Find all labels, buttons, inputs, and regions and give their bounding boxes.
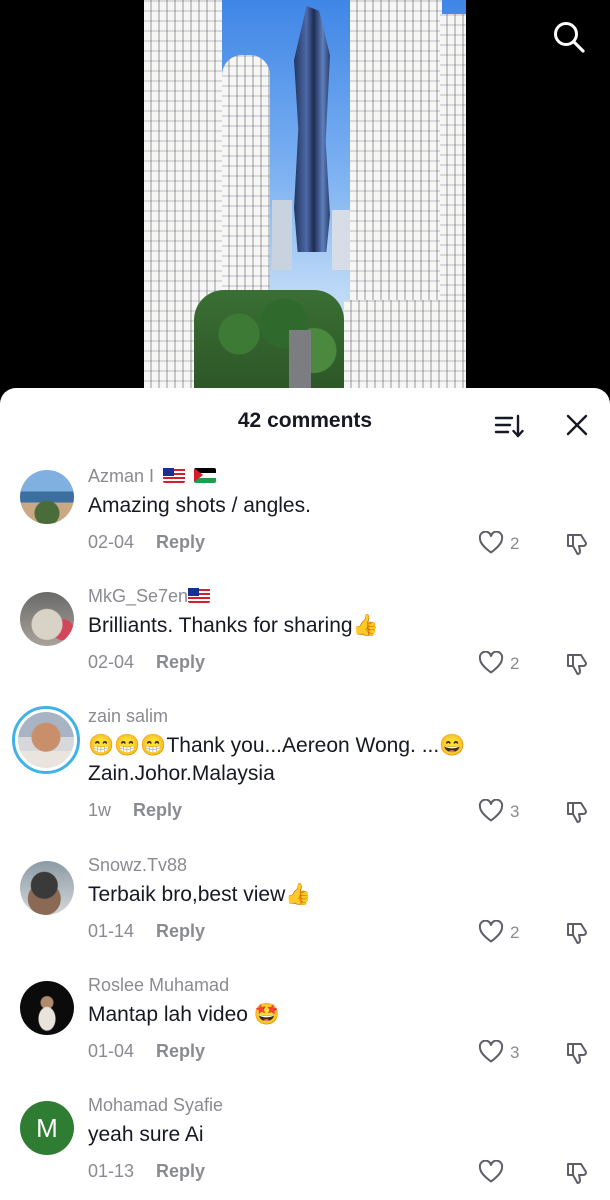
like-button[interactable]: 3 [478,799,528,825]
malaysia-flag-icon [163,468,186,483]
skyscraper [294,6,330,252]
dislike-button[interactable] [564,651,590,677]
trees [194,290,344,400]
search-button[interactable] [552,20,586,54]
like-button[interactable]: 2 [478,531,528,557]
avatar[interactable]: M [20,1101,74,1155]
comments-sheet: 42 comments Azman I Amazing shots / angl [0,388,610,1200]
avatar[interactable] [20,592,74,646]
comment-date: 01-14 [88,921,135,941]
heart-icon [478,651,504,674]
comment-text-line: 😁😁😁Thank you...Aereon Wong. ...😄 [88,734,466,757]
username-text: Azman I [88,466,155,486]
comment-meta: 01-14 Reply [88,921,205,942]
comment-meta: 1w Reply [88,800,182,821]
reply-button[interactable]: Reply [133,800,182,820]
dislike-button[interactable] [564,1160,590,1186]
avatar-with-story-ring[interactable] [12,706,80,774]
heart-icon [478,531,504,554]
sort-button[interactable] [494,412,524,440]
comment-text: yeah sure Ai [88,1123,204,1146]
thumbs-down-icon [567,534,587,555]
username-text: MkG_Se7en [88,586,189,606]
like-button[interactable]: 2 [478,920,528,946]
heart-icon [478,920,504,943]
video-frame [144,0,466,400]
comment-text: 😁😁😁Thank you...Aereon Wong. ...😄 Zain.Jo… [88,732,465,788]
comment-username[interactable]: Azman I [88,466,217,487]
thumbs-down-icon [567,654,587,675]
comment-text: Amazing shots / angles. [88,494,311,517]
avatar[interactable] [20,981,74,1035]
like-button[interactable] [478,1160,528,1186]
heart-icon [478,1160,504,1183]
dislike-button[interactable] [564,1040,590,1066]
comment-username[interactable]: MkG_Se7en [88,586,211,607]
comment-text: Brilliants. Thanks for sharing👍 [88,614,379,637]
comment-text: Mantap lah video 🤩 [88,1003,280,1026]
comment-username[interactable]: Snowz.Tv88 [88,855,187,876]
comment-date: 1w [88,800,112,820]
heart-icon [478,799,504,822]
like-count: 2 [510,923,520,942]
reply-button[interactable]: Reply [156,921,205,941]
reply-button[interactable]: Reply [156,1161,205,1181]
like-count: 2 [510,654,520,673]
avatar[interactable] [20,470,74,524]
thumbs-down-icon [567,1043,587,1064]
like-count: 2 [510,534,520,553]
comment-username[interactable]: Roslee Muhamad [88,975,229,996]
reply-button[interactable]: Reply [156,532,205,552]
palestine-flag-icon [194,468,217,483]
like-button[interactable]: 2 [478,651,528,677]
dislike-button[interactable] [564,799,590,825]
malaysia-flag-icon [188,588,211,603]
dislike-button[interactable] [564,531,590,557]
reply-button[interactable]: Reply [156,1041,205,1061]
comment-text: Terbaik bro,best view👍 [88,883,312,906]
dislike-button[interactable] [564,920,590,946]
like-button[interactable]: 3 [478,1040,528,1066]
avatar-photo [18,712,74,768]
comments-header: 42 comments [0,388,610,460]
reply-button[interactable]: Reply [156,652,205,672]
comment-meta: 01-13 Reply [88,1161,205,1182]
comment-text-line: Zain.Johor.Malaysia [88,762,275,785]
heart-icon [478,1040,504,1063]
comment-username[interactable]: zain salim [88,706,168,727]
like-count: 3 [510,1043,520,1062]
sort-icon [494,414,524,438]
like-count: 3 [510,802,520,821]
close-button[interactable] [565,413,589,437]
comment-meta: 02-04 Reply [88,532,205,553]
close-icon [566,414,588,436]
comment-date: 02-04 [88,652,135,672]
comment-date: 01-04 [88,1041,135,1061]
avatar-initial: M [36,1113,58,1143]
video-player[interactable] [0,0,610,400]
thumbs-down-icon [567,1163,587,1184]
comment-meta: 02-04 Reply [88,652,205,673]
comment-meta: 01-04 Reply [88,1041,205,1062]
comment-date: 02-04 [88,532,135,552]
search-icon [554,22,585,53]
comment-username[interactable]: Mohamad Syafie [88,1095,223,1116]
avatar[interactable] [20,861,74,915]
comment-date: 01-13 [88,1161,135,1181]
thumbs-down-icon [567,923,587,944]
thumbs-down-icon [567,802,587,823]
